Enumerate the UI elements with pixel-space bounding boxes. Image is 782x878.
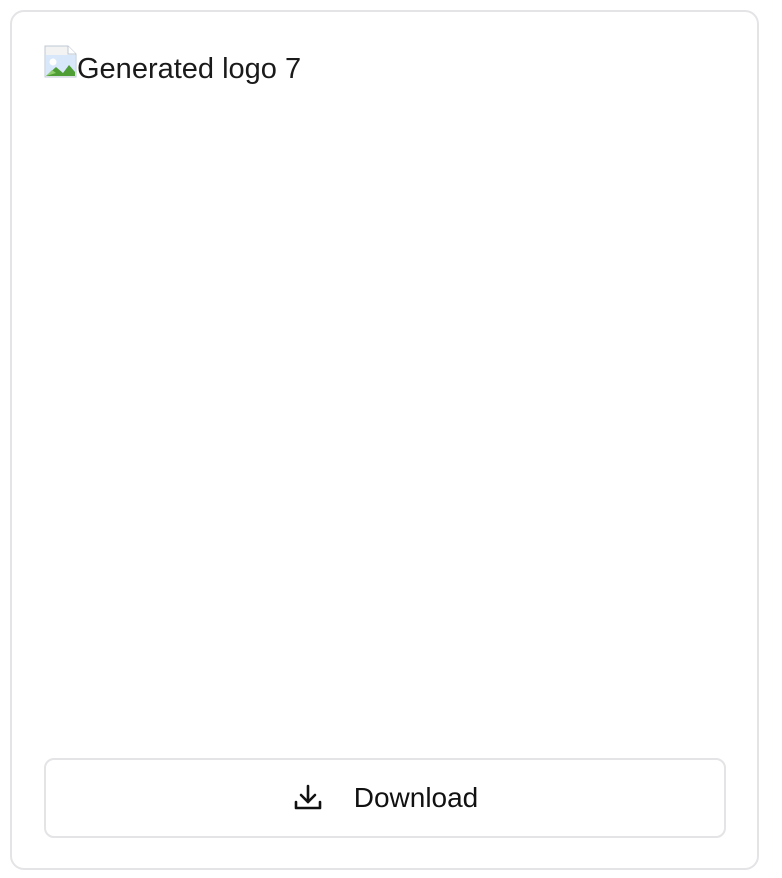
broken-image-icon — [44, 45, 77, 78]
download-icon — [294, 784, 322, 810]
logo-alt-text: Generated logo 7 — [77, 53, 302, 85]
generated-logo-image: Generated logo 7 — [44, 44, 726, 734]
logo-card: Generated logo 7 Download — [10, 10, 759, 870]
download-button-label: Download — [353, 782, 479, 813]
download-button[interactable]: Download — [44, 758, 726, 838]
broken-image-placeholder: Generated logo 7 — [44, 44, 726, 84]
